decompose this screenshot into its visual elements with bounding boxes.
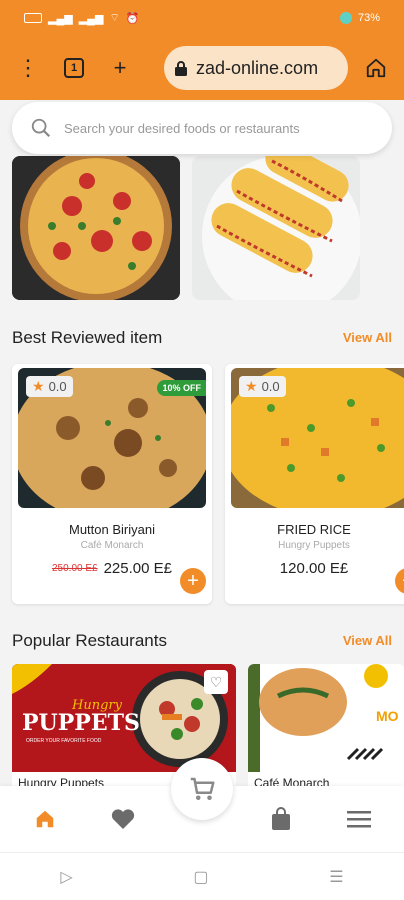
corn-banner[interactable] [192,156,360,300]
status-icons-right: 73% [339,12,380,24]
nav-orders[interactable] [266,804,296,834]
system-navigation-bar: ▷ ▢ ☰ [0,852,404,900]
tabs-button[interactable]: 1 [56,50,92,86]
food-name: Mutton Biriyani [69,522,155,537]
restaurant-name: Café Monarch [254,776,330,786]
food-name: FRIED RICE [277,522,351,537]
food-image: ★ 0.0 [231,368,404,508]
status-bar: ▂▄▆ ▂▄▆ ⌔ ⏰ 73% [0,0,404,36]
search-bar[interactable]: Search your desired foods or restaurants [12,102,392,154]
food-image: ★ 0.0 10% OFF [18,368,206,508]
discount-badge: 10% OFF [157,380,206,396]
best-reviewed-view-all[interactable]: View All [343,330,392,345]
page-content: Search your desired foods or restaurants… [0,100,404,786]
add-to-cart-button[interactable]: + [180,568,206,594]
battery-percent: 73% [357,12,380,24]
popular-restaurants-title: Popular Restaurants [12,631,167,650]
wifi-icon: ⌔ [109,12,120,24]
restaurant-card[interactable]: MO Café Monarch [248,664,404,786]
best-reviewed-title: Best Reviewed item [12,328,163,347]
rating-value: 0.0 [261,379,280,394]
star-icon: ★ [245,378,258,394]
banner-brand-text: MO [376,708,399,724]
browser-toolbar: ⋮ 1 + zad-online.com [0,36,404,100]
food-card[interactable]: ★ 0.0 10% OFF Mutton Biriyani Café Monar… [12,364,212,604]
food-restaurant: Café Monarch [80,540,144,551]
home-icon [36,810,54,828]
nav-favorites[interactable] [108,804,138,834]
signal-icon: ▂▄▆ [48,12,73,25]
hamburger-menu-icon [347,811,371,828]
url-bar[interactable]: zad-online.com [164,46,348,90]
back-icon[interactable]: ▷ [60,867,72,887]
pizza-banner[interactable] [12,156,180,300]
banner-subtitle-text: ORDER YOUR FAVORITE FOOD [26,738,102,744]
heart-icon [111,809,135,829]
cart-icon [190,777,215,800]
popular-view-all[interactable]: View All [343,633,392,648]
banner-title-text: PUPPETS [22,710,140,736]
search-icon [31,118,51,138]
status-icons-left: ▂▄▆ ▂▄▆ ⌔ ⏰ [24,11,139,25]
price: 225.00 E£ [103,560,172,577]
restaurant-banner: Hungry PUPPETS ORDER YOUR FAVORITE FOOD … [12,664,236,772]
url-text: zad-online.com [196,57,319,78]
battery-saver-icon [24,13,42,23]
restaurant-banner: MO [248,664,404,772]
nav-home[interactable] [30,804,60,834]
lock-icon [175,61,187,76]
price-row: 120.00 E£ [225,560,403,577]
restaurant-name: Hungry Puppets [18,776,105,786]
nav-menu[interactable] [344,804,374,834]
home-icon[interactable] [358,50,394,86]
recents-icon[interactable]: ☰ [329,867,343,887]
cart-button[interactable] [171,758,233,820]
more-menu-icon[interactable]: ⋮ [10,50,46,86]
rating-value: 0.0 [48,379,67,394]
shopping-bag-icon [272,807,290,830]
food-card[interactable]: ★ 0.0 FRIED RICE Hungry Puppets 120.00 E… [225,364,404,604]
favorite-button[interactable]: ♡ [204,670,228,694]
price: 120.00 E£ [279,560,349,577]
search-placeholder: Search your desired foods or restaurants [64,120,300,136]
battery-icon [339,12,352,24]
food-restaurant: Hungry Puppets [278,540,350,551]
old-price: 250.00 E£ [51,563,98,574]
rating-badge: ★ 0.0 [239,376,286,397]
rating-badge: ★ 0.0 [26,376,73,397]
home-square-icon[interactable]: ▢ [193,867,208,887]
alarm-icon: ⏰ [125,12,140,25]
signal-icon: ▂▄▆ [78,12,104,25]
star-icon: ★ [32,378,45,394]
tabs-icon: 1 [64,58,84,78]
new-tab-icon[interactable]: + [102,50,138,86]
